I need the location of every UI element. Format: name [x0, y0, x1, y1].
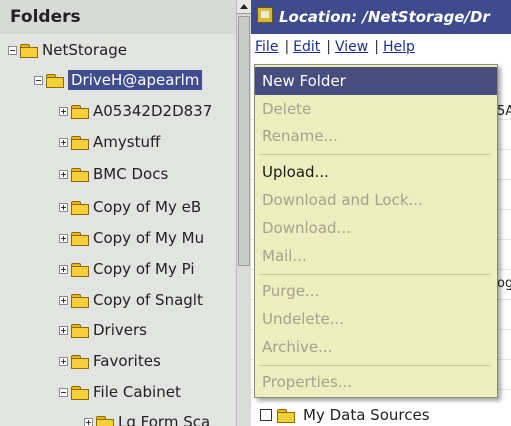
- menu-item-archive[interactable]: Archive...: [255, 333, 497, 361]
- tree-item-driveh[interactable]: DriveH@apearlm: [34, 68, 203, 92]
- collapse-icon[interactable]: [59, 387, 68, 397]
- expand-icon[interactable]: [59, 137, 68, 147]
- menu-separator: |: [374, 39, 379, 55]
- folder-icon: [71, 385, 89, 400]
- tree-item-label: Favorites: [93, 352, 161, 370]
- expand-icon[interactable]: [59, 169, 68, 179]
- tree-item-label: Copy of Snaglt: [93, 291, 203, 309]
- menu-help[interactable]: Help: [381, 39, 419, 55]
- folder-icon: [71, 323, 89, 338]
- expand-icon[interactable]: [59, 106, 68, 116]
- tree-item-label: Copy of My Mu: [93, 229, 205, 247]
- tree-item-lg-form-sca[interactable]: Lg Form Sca: [84, 410, 210, 426]
- tree-item-copy-of-snaglt[interactable]: Copy of Snaglt: [59, 288, 203, 312]
- expand-icon[interactable]: [59, 202, 68, 212]
- menubar: File | Edit | View | Help: [251, 34, 511, 60]
- menu-item-mail[interactable]: Mail...: [255, 242, 497, 270]
- folder-icon: [71, 262, 89, 277]
- tree-item-netstorage[interactable]: NetStorage: [8, 38, 127, 62]
- scroll-up-arrow-icon[interactable]: [237, 0, 251, 14]
- tree-item-bmc-docs[interactable]: BMC Docs: [59, 162, 168, 186]
- menu-file[interactable]: File: [253, 39, 282, 55]
- location-path: Location: /NetStorage/Dr: [279, 8, 490, 26]
- list-item[interactable]: My Data Sources: [251, 404, 511, 426]
- tree-item-label: Amystuff: [93, 133, 161, 151]
- list-item-label: My Data Sources: [303, 406, 430, 424]
- collapse-icon[interactable]: [34, 75, 43, 85]
- file-dropdown-menu: New Folder Delete Rename... Upload... Do…: [254, 64, 498, 398]
- folder-icon: [71, 231, 89, 246]
- tree-item-file-cabinet[interactable]: File Cabinet: [59, 380, 181, 404]
- expand-icon[interactable]: [59, 325, 68, 335]
- folder-icon: [71, 104, 89, 119]
- expand-icon[interactable]: [59, 295, 68, 305]
- tree-item-label: A05342D2D837: [93, 102, 213, 120]
- tree-item-amystuff[interactable]: Amystuff: [59, 130, 160, 154]
- tree-item-label: DriveH@apearlm: [68, 70, 203, 90]
- folder-tree-pane: Folders NetStorage DriveH@apearlm A05342…: [0, 0, 236, 426]
- expand-icon[interactable]: [59, 264, 68, 274]
- row-checkbox[interactable]: [260, 409, 272, 421]
- tree-item-label: NetStorage: [42, 41, 128, 59]
- menu-divider: [259, 274, 491, 275]
- menu-item-upload[interactable]: Upload...: [255, 158, 497, 186]
- collapse-icon[interactable]: [8, 45, 17, 55]
- tree-scrollbar[interactable]: [236, 0, 251, 426]
- location-bar: Location: /NetStorage/Dr: [251, 0, 511, 34]
- expand-icon[interactable]: [84, 417, 93, 426]
- menu-item-rename[interactable]: Rename...: [255, 122, 497, 150]
- folder-icon: [277, 408, 295, 423]
- tree-item-label: BMC Docs: [93, 165, 169, 183]
- folder-icon: [46, 73, 64, 88]
- menu-separator: |: [326, 39, 331, 55]
- folder-icon: [71, 135, 89, 150]
- menu-item-download-and-lock[interactable]: Download and Lock...: [255, 186, 497, 214]
- menu-separator: |: [284, 39, 290, 55]
- folder-icon: [71, 293, 89, 308]
- menu-item-undelete[interactable]: Undelete...: [255, 305, 497, 333]
- tree-item-favorites[interactable]: Favorites: [59, 349, 161, 373]
- menu-divider: [259, 154, 491, 155]
- menu-item-delete[interactable]: Delete: [255, 95, 497, 123]
- tree-item-label: File Cabinet: [93, 383, 181, 401]
- expand-icon[interactable]: [59, 233, 68, 243]
- folders-title: Folders: [10, 7, 81, 27]
- menu-divider: [259, 365, 491, 366]
- tree-item-copy-of-my-mu[interactable]: Copy of My Mu: [59, 226, 204, 250]
- list-item-text-fragment: 5A: [497, 104, 511, 119]
- menu-item-purge[interactable]: Purge...: [255, 277, 497, 305]
- folder-icon: [20, 43, 38, 58]
- tree-item-label: Lg Form Sca: [118, 413, 211, 426]
- tree-item-copy-of-my-eb[interactable]: Copy of My eB: [59, 195, 201, 219]
- tree-item-label: Copy of My Pi: [93, 260, 195, 278]
- list-item-text-fragment: og: [497, 276, 511, 291]
- folder-icon: [96, 415, 114, 426]
- menu-item-download[interactable]: Download...: [255, 214, 497, 242]
- expand-icon[interactable]: [59, 356, 68, 366]
- folder-icon: [71, 200, 89, 215]
- tree-item-label: Copy of My eB: [93, 198, 202, 216]
- folders-header: Folders: [0, 0, 236, 34]
- menu-item-properties[interactable]: Properties...: [255, 368, 497, 396]
- menu-item-new-folder[interactable]: New Folder: [255, 67, 497, 95]
- tree-item-label: Drivers: [93, 321, 147, 339]
- folder-icon: [71, 354, 89, 369]
- tree-item-drivers[interactable]: Drivers: [59, 318, 147, 342]
- tree-item-copy-of-my-pi[interactable]: Copy of My Pi: [59, 257, 195, 281]
- tree-item-a05342[interactable]: A05342D2D837: [59, 99, 212, 123]
- menu-edit[interactable]: Edit: [291, 39, 324, 55]
- scrollbar-thumb[interactable]: [238, 16, 250, 266]
- menu-view[interactable]: View: [333, 39, 372, 55]
- location-folder-icon: [257, 7, 273, 23]
- folder-icon: [71, 167, 89, 182]
